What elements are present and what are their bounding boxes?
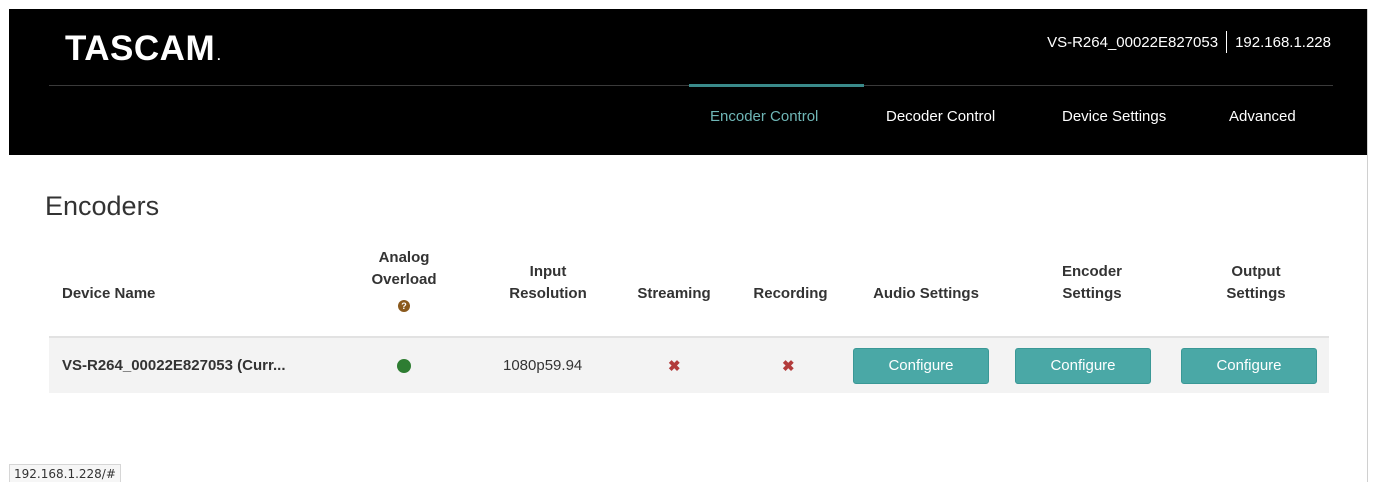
col-output-settings-line2: Settings: [1226, 285, 1286, 302]
audio-configure-button[interactable]: Configure: [853, 347, 989, 384]
device-name-cell: VS-R264_00022E827053 (Curr...: [62, 357, 286, 374]
recording-off-icon: ✖: [782, 357, 795, 375]
nav-encoder-control[interactable]: Encoder Control: [710, 108, 818, 125]
table-row: VS-R264_00022E827053 (Curr... 1080p59.94…: [49, 338, 1329, 393]
col-recording: Recording: [753, 285, 828, 302]
help-icon[interactable]: ?: [398, 300, 410, 312]
main-nav: Encoder Control Decoder Control Device S…: [9, 108, 1367, 128]
browser-status-url: 192.168.1.228/#: [9, 464, 121, 482]
encoders-table: Device Name Analog Overload ? Input Reso…: [49, 241, 1329, 393]
page-title: Encoders: [45, 191, 160, 221]
overload-status-dot: [397, 358, 411, 373]
nav-decoder-control[interactable]: Decoder Control: [886, 108, 995, 125]
col-audio-settings: Audio Settings: [873, 285, 979, 302]
ip-address-label: 192.168.1.228: [1235, 33, 1331, 51]
recording-status-cell: ✖: [782, 338, 795, 393]
col-streaming: Streaming: [637, 285, 711, 302]
output-configure-button[interactable]: Configure: [1181, 347, 1317, 384]
col-output-settings-line1: Output: [1231, 263, 1281, 280]
encoder-settings-cell: Configure: [1015, 338, 1151, 393]
device-name-label: VS-R264_00022E827053: [1047, 33, 1219, 51]
col-input-resolution-line2: Resolution: [509, 285, 587, 302]
table-header: Device Name Analog Overload ? Input Reso…: [49, 241, 1329, 338]
col-encoder-settings-line2: Settings: [1062, 285, 1122, 302]
device-info: VS-R264_00022E827053 192.168.1.228: [1047, 31, 1331, 53]
device-info-divider: [1226, 31, 1228, 53]
nav-device-settings[interactable]: Device Settings: [1062, 108, 1166, 125]
col-device-name: Device Name: [62, 285, 156, 302]
col-encoder-settings-line1: Encoder: [1061, 263, 1122, 280]
nav-active-indicator: [689, 84, 864, 87]
logo-text: TASCAM: [65, 29, 216, 68]
col-input-resolution-line1: Input: [529, 263, 567, 280]
tascam-logo[interactable]: TASCAM.: [65, 29, 221, 69]
input-resolution-cell: 1080p59.94: [503, 357, 583, 374]
col-analog-overload: Analog Overload ?: [354, 247, 454, 316]
audio-settings-cell: Configure: [853, 338, 989, 393]
col-analog-overload-line2: Overload: [371, 271, 437, 288]
streaming-status-cell: ✖: [668, 338, 681, 393]
col-output-settings: Output Settings: [1189, 261, 1323, 305]
logo-mark: .: [217, 49, 221, 63]
col-input-resolution: Input Resolution: [493, 261, 603, 305]
encoder-configure-button[interactable]: Configure: [1015, 347, 1151, 384]
browser-page: TASCAM. VS-R264_00022E827053 192.168.1.2…: [9, 9, 1368, 482]
analog-overload-cell: [397, 338, 411, 393]
col-analog-overload-line1: Analog: [378, 249, 430, 266]
nav-advanced[interactable]: Advanced: [1229, 108, 1296, 125]
top-header: TASCAM. VS-R264_00022E827053 192.168.1.2…: [9, 9, 1367, 155]
streaming-off-icon: ✖: [668, 357, 681, 375]
output-settings-cell: Configure: [1181, 338, 1317, 393]
col-encoder-settings: Encoder Settings: [1025, 261, 1159, 305]
